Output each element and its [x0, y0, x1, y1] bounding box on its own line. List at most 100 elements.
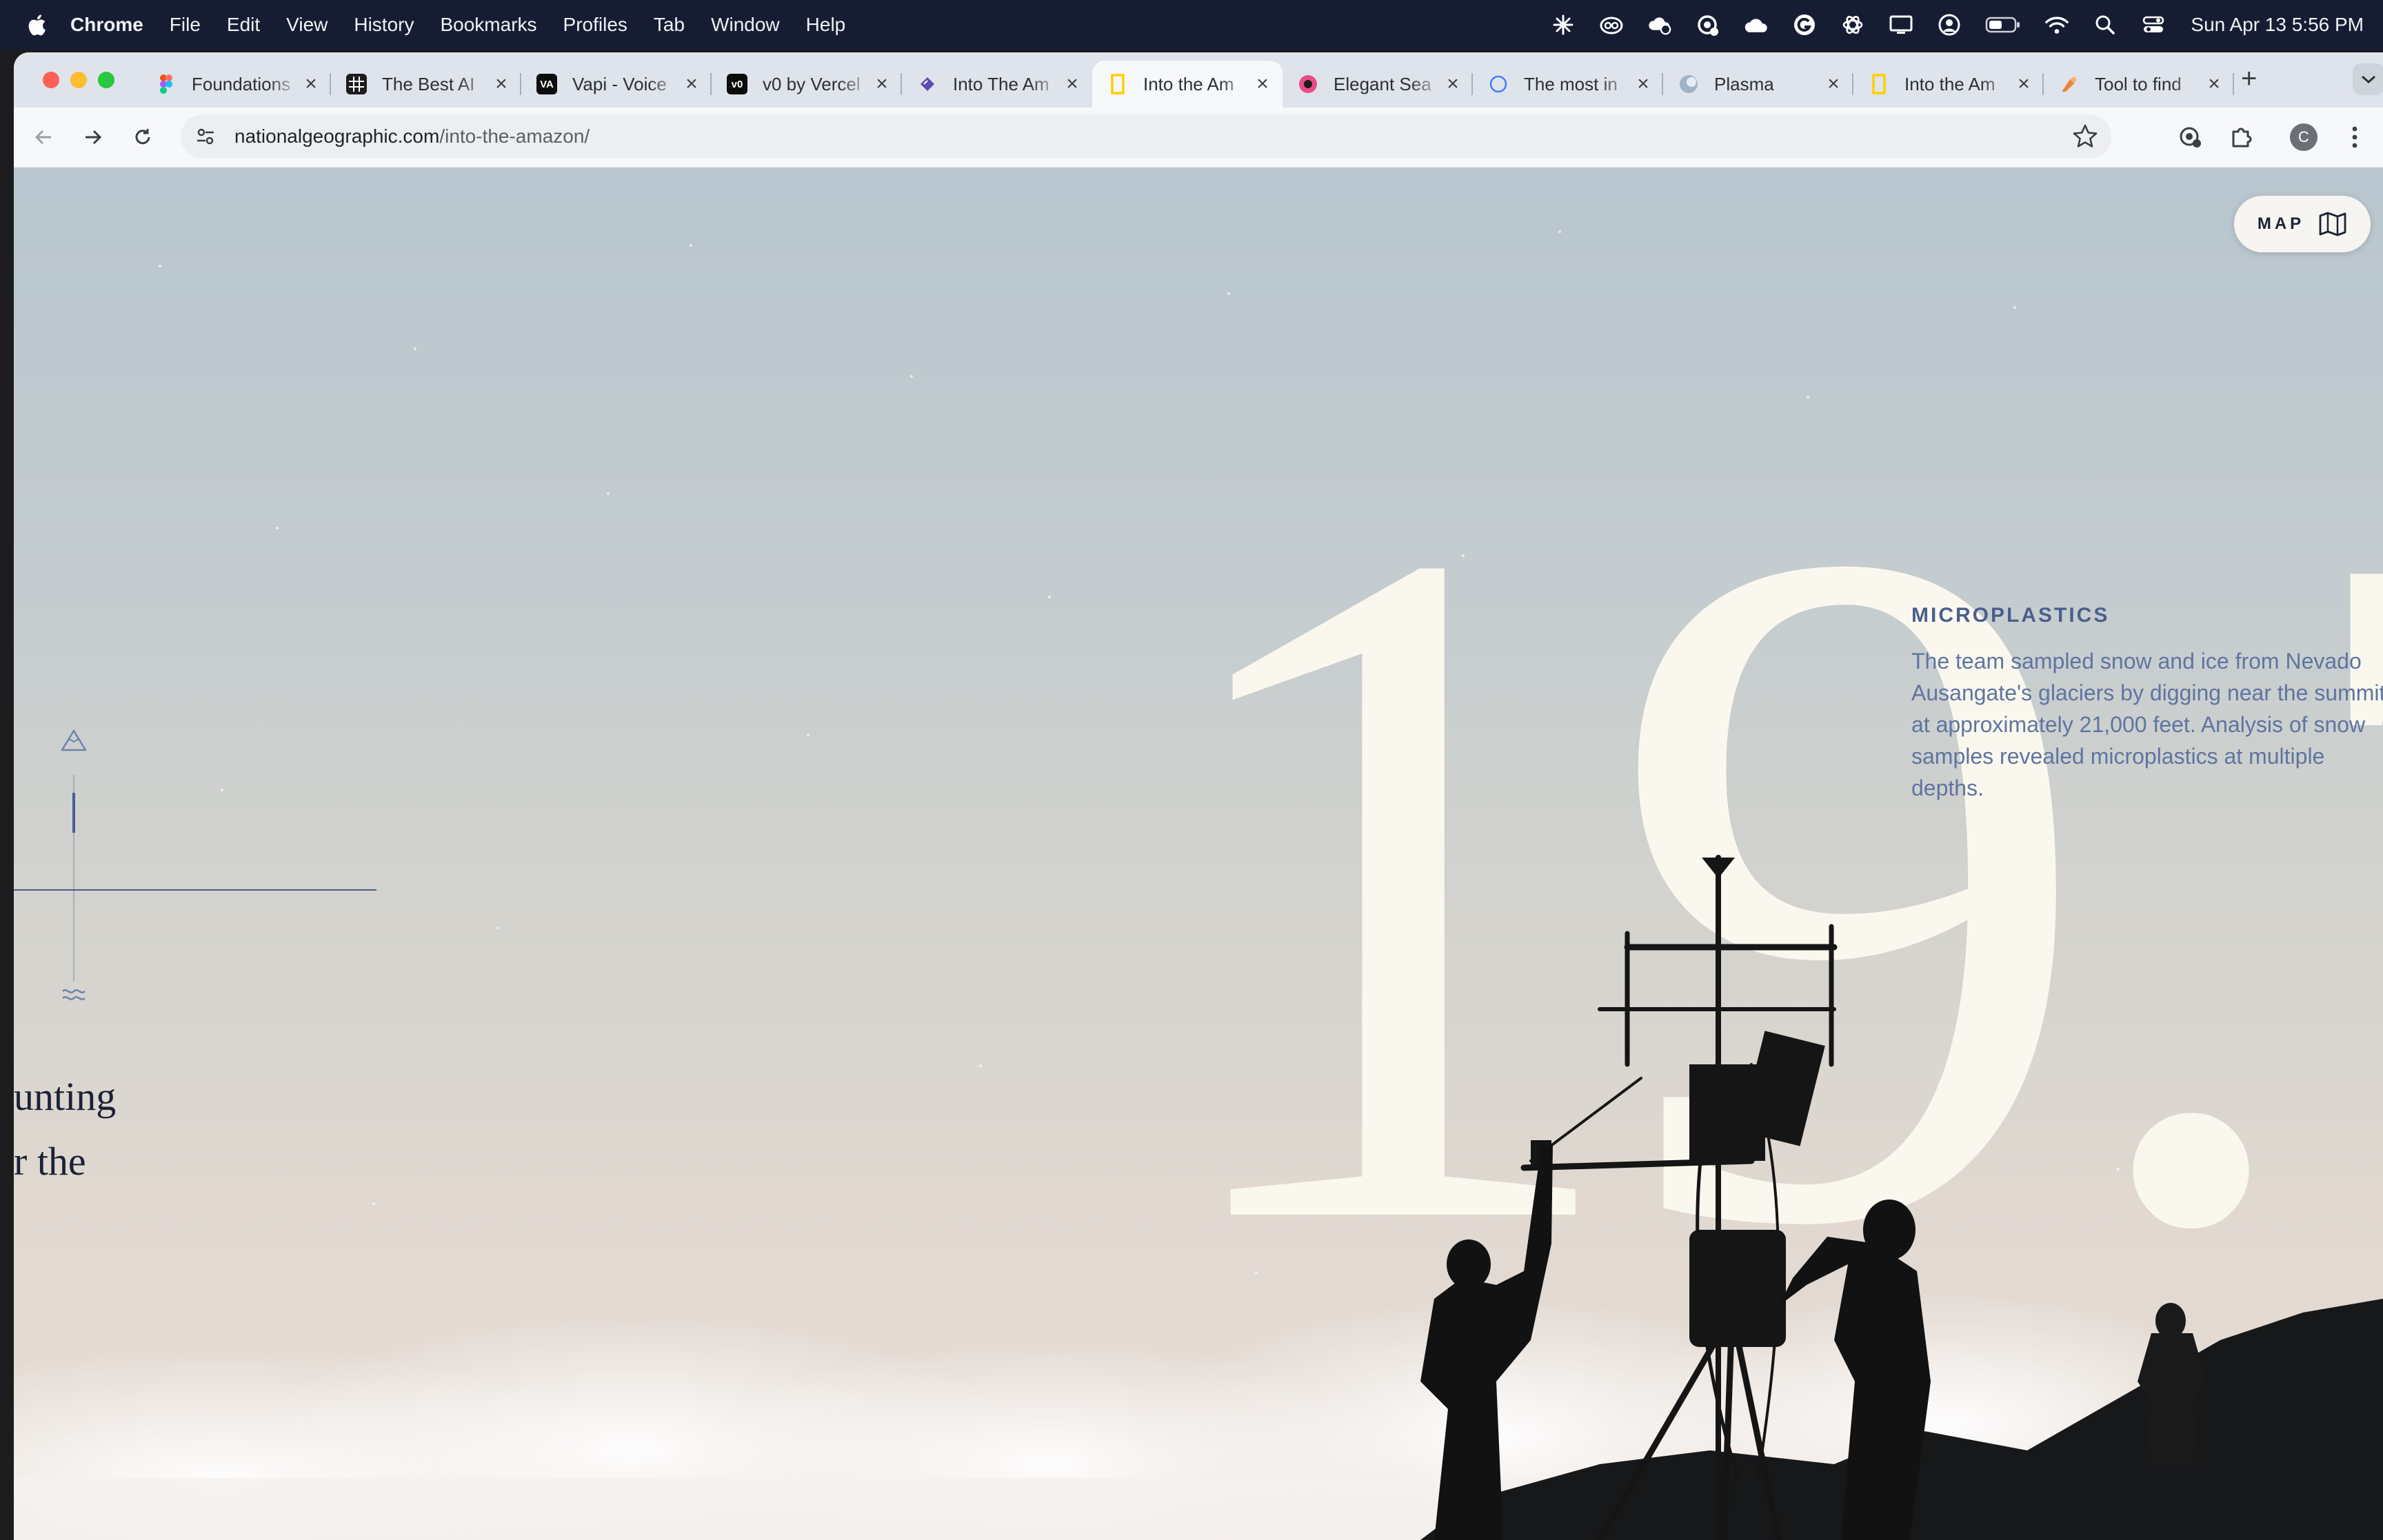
tab-title: The Best AI [382, 73, 475, 94]
tab-close-icon[interactable]: × [1633, 72, 1653, 96]
tab-close-icon[interactable]: × [2013, 72, 2034, 96]
menu-history[interactable]: History [354, 14, 414, 36]
url-path: /into-the-amazon/ [439, 125, 590, 147]
menu-app-name[interactable]: Chrome [70, 14, 143, 36]
chevron-down-icon [2362, 75, 2375, 84]
tab-close-icon[interactable]: × [1442, 72, 1463, 96]
tab-into-the-amazon-2[interactable]: Into the Am × [1853, 61, 2044, 108]
tab-the-best-ai[interactable]: The Best AI × [331, 61, 521, 108]
tab-close-icon[interactable]: × [1252, 72, 1273, 96]
tab-close-icon[interactable]: × [301, 72, 321, 96]
water-waves-icon[interactable] [61, 986, 87, 1004]
map-button[interactable]: MAP [2234, 196, 2371, 252]
screen-time-icon[interactable] [1696, 12, 1720, 37]
more-vert-icon [2352, 126, 2357, 148]
url-domain: nationalgeographic.com [234, 125, 440, 147]
site-settings-icon[interactable] [192, 123, 219, 150]
grid-icon [346, 74, 367, 94]
chrome-menu-button[interactable] [2340, 123, 2369, 152]
control-center-icon[interactable] [2141, 12, 2166, 37]
natgeo-icon [1107, 74, 1128, 94]
section-divider [14, 889, 376, 891]
extension-shield-icon[interactable] [2176, 123, 2205, 152]
back-button[interactable] [29, 123, 58, 152]
browser-toolbar: nationalgeographic.com/into-the-amazon/ … [14, 108, 2383, 168]
map-button-label: MAP [2257, 214, 2305, 233]
user-account-icon[interactable] [1937, 12, 1962, 37]
callout-body: The team sampled snow and ice from Nevad… [1911, 649, 2383, 800]
menu-profiles[interactable]: Profiles [563, 14, 627, 36]
browser-window: Foundations × The Best AI × VA Vapi - Vo… [14, 52, 2383, 1540]
tab-close-icon[interactable]: × [2204, 72, 2224, 96]
tab-close-icon[interactable]: × [681, 72, 702, 96]
expedition-silhouette-photo [14, 855, 2383, 1540]
dribbble-icon [1298, 74, 1318, 94]
menu-bar: Chrome File Edit View History Bookmarks … [0, 0, 2383, 50]
address-bar[interactable]: nationalgeographic.com/into-the-amazon/ [181, 114, 2111, 159]
microplastics-callout: MICROPLASTICS The team sampled snow and … [1911, 604, 2383, 804]
tab-title: Into the Am [1143, 73, 1234, 94]
minimize-window-button[interactable] [70, 72, 87, 88]
display-icon[interactable] [1889, 12, 1913, 37]
grammarly-icon[interactable] [1792, 12, 1817, 37]
profile-avatar[interactable]: C [2289, 123, 2318, 152]
wifi-icon[interactable] [2044, 12, 2069, 37]
tab-close-icon[interactable]: × [491, 72, 512, 96]
tab-close-icon[interactable]: × [1823, 72, 1844, 96]
close-window-button[interactable] [43, 72, 59, 88]
menu-view[interactable]: View [286, 14, 328, 36]
tab-title: Elegant Sea [1334, 73, 1431, 94]
new-tab-button[interactable]: + [2241, 63, 2257, 94]
bookmark-star-icon[interactable] [2071, 123, 2099, 150]
spotlight-search-icon[interactable] [2093, 12, 2118, 37]
tab-title: Tool to find [2095, 73, 2182, 94]
tab-close-icon[interactable]: × [872, 72, 892, 96]
zoom-window-button[interactable] [98, 72, 114, 88]
tab-v0-by-vercel[interactable]: v0 v0 by Vercel × [712, 61, 902, 108]
arrow-left-icon [34, 130, 51, 145]
tab-strip: Foundations × The Best AI × VA Vapi - Vo… [14, 52, 2383, 108]
menu-clock[interactable]: Sun Apr 13 5:56 PM [2191, 14, 2364, 36]
tab-plasma[interactable]: Plasma × [1663, 61, 1853, 108]
tool-icon [2059, 74, 2080, 94]
reload-button[interactable] [128, 123, 157, 152]
menu-file[interactable]: File [170, 14, 201, 36]
menu-window[interactable]: Window [711, 14, 780, 36]
linear-icon [917, 74, 938, 94]
creative-cloud-icon[interactable] [1599, 12, 1624, 37]
claude-icon[interactable] [1551, 12, 1576, 37]
cloud-sync-icon[interactable] [1647, 12, 1672, 37]
extensions-puzzle-icon[interactable] [2227, 123, 2256, 152]
menu-edit[interactable]: Edit [227, 14, 260, 36]
url-text[interactable]: nationalgeographic.com/into-the-amazon/ [234, 125, 590, 148]
battery-icon[interactable] [1985, 12, 2021, 37]
tab-into-the-amazon-1[interactable]: Into The Am × [902, 61, 1092, 108]
tab-search-button[interactable] [2353, 63, 2383, 95]
chatgpt-icon[interactable] [1840, 12, 1865, 37]
menu-tab[interactable]: Tab [654, 14, 685, 36]
tab-title: Into The Am [953, 73, 1049, 94]
icloud-icon[interactable] [1744, 12, 1769, 37]
menu-help[interactable]: Help [806, 14, 846, 36]
tab-title: Vapi - Voice [572, 73, 667, 94]
tab-title: Plasma [1714, 73, 1774, 94]
tab-elegant-sea[interactable]: Elegant Sea × [1283, 61, 1473, 108]
page-content: 19.7 [14, 168, 2383, 1540]
tab-vapi-voice[interactable]: VA Vapi - Voice × [521, 61, 712, 108]
tab-tool-to-find[interactable]: Tool to find × [2044, 61, 2234, 108]
tab-close-icon[interactable]: × [1062, 72, 1083, 96]
menu-bookmarks[interactable]: Bookmarks [440, 14, 536, 36]
apple-logo-icon[interactable] [26, 13, 47, 37]
tab-into-the-amazon-active[interactable]: Into the Am × [1092, 61, 1283, 108]
plasma-icon [1678, 74, 1699, 94]
mountain-icon[interactable] [59, 728, 88, 753]
figma-icon [156, 74, 177, 94]
tab-the-most-in[interactable]: The most in × [1473, 61, 1663, 108]
circle-icon [1488, 74, 1509, 94]
forward-button[interactable] [79, 123, 108, 152]
reload-icon [135, 129, 150, 145]
vapi-icon: VA [536, 74, 557, 94]
narrative-line: r the [14, 1139, 86, 1184]
tab-title: v0 by Vercel [763, 73, 861, 94]
tab-foundations[interactable]: Foundations × [141, 61, 331, 108]
